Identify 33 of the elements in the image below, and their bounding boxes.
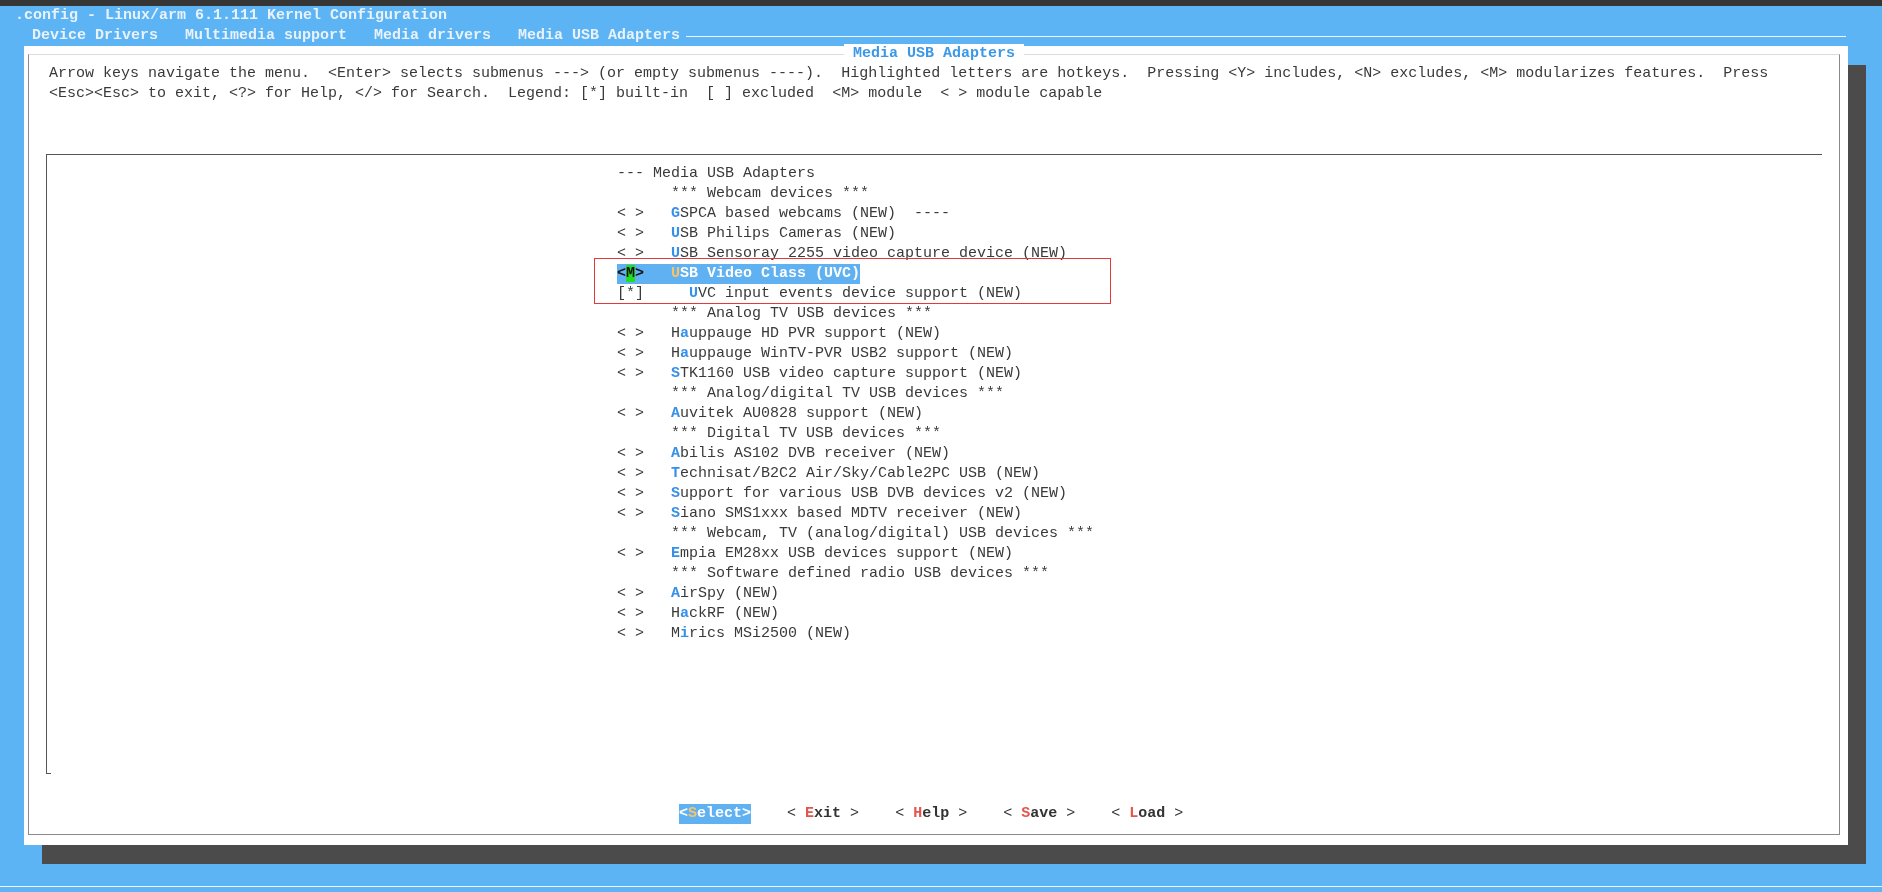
menu-comment: *** Analog TV USB devices ***: [671, 304, 933, 324]
breadcrumb-item: Media USB Adapters: [518, 26, 681, 46]
help-text: Arrow keys navigate the menu. <Enter> selects submenus ---> (or empty submenus ----). Highlighted letters are hotkeys. Pressing <Y> includes, <N> excludes, <M> modularizes features. Press <Esc><Esc> to exit, <?> for Help, </> for Search. Legend: [*] built-in [ ] excluded <M> module < > module capable: [49, 64, 1770, 104]
menu-item[interactable]: [*] UVC input events device support (NEW): [617, 284, 1023, 304]
window-title: .config - Linux/arm 6.1.111 Kernel Configuration: [15, 6, 448, 26]
menu-item[interactable]: < > Support for various USB DVB devices v2 (NEW): [617, 484, 1068, 504]
dialog-button[interactable]: < Exit >: [787, 804, 860, 824]
menu-header: --- Media USB Adapters: [617, 164, 816, 184]
menu-comment: *** Webcam, TV (analog/digital) USB devices ***: [671, 524, 1095, 544]
menu-item[interactable]: < > Technisat/B2C2 Air/Sky/Cable2PC USB (NEW): [617, 464, 1041, 484]
menu-item[interactable]: < > Auvitek AU0828 support (NEW): [617, 404, 924, 424]
menu-comment: *** Digital TV USB devices ***: [671, 424, 942, 444]
breadcrumb-item: Device Drivers: [32, 26, 159, 46]
menu-item[interactable]: < > STK1160 USB video capture support (NEW): [617, 364, 1023, 384]
menu-comment: *** Analog/digital TV USB devices ***: [671, 384, 1005, 404]
menu-item[interactable]: < > GSPCA based webcams (NEW) ----: [617, 204, 951, 224]
breadcrumb-item: Media drivers: [374, 26, 492, 46]
menu-item[interactable]: < > Hauppauge WinTV-PVR USB2 support (NEW): [617, 344, 1014, 364]
menu-item[interactable]: < > Abilis AS102 DVB receiver (NEW): [617, 444, 951, 464]
menu-item[interactable]: < > USB Sensoray 2255 video capture device (NEW): [617, 244, 1068, 264]
menu-item[interactable]: < > Siano SMS1xxx based MDTV receiver (NEW): [617, 504, 1023, 524]
dialog-button[interactable]: < Save >: [1003, 804, 1076, 824]
menu-comment: *** Webcam devices ***: [671, 184, 870, 204]
menu-item[interactable]: < > Mirics MSi2500 (NEW): [617, 624, 852, 644]
menu-item[interactable]: < > Hauppauge HD PVR support (NEW): [617, 324, 942, 344]
menu-item[interactable]: < > HackRF (NEW): [617, 604, 780, 624]
menu-item[interactable]: < > Empia EM28xx USB devices support (NEW): [617, 544, 1014, 564]
dialog-button[interactable]: < Load >: [1111, 804, 1184, 824]
menu-comment: *** Software defined radio USB devices ***: [671, 564, 1050, 584]
menu-item[interactable]: < > AirSpy (NEW): [617, 584, 780, 604]
menu-item[interactable]: < > USB Philips Cameras (NEW): [617, 224, 897, 244]
breadcrumb-item: Multimedia support: [185, 26, 348, 46]
dialog-button[interactable]: < Help >: [895, 804, 968, 824]
